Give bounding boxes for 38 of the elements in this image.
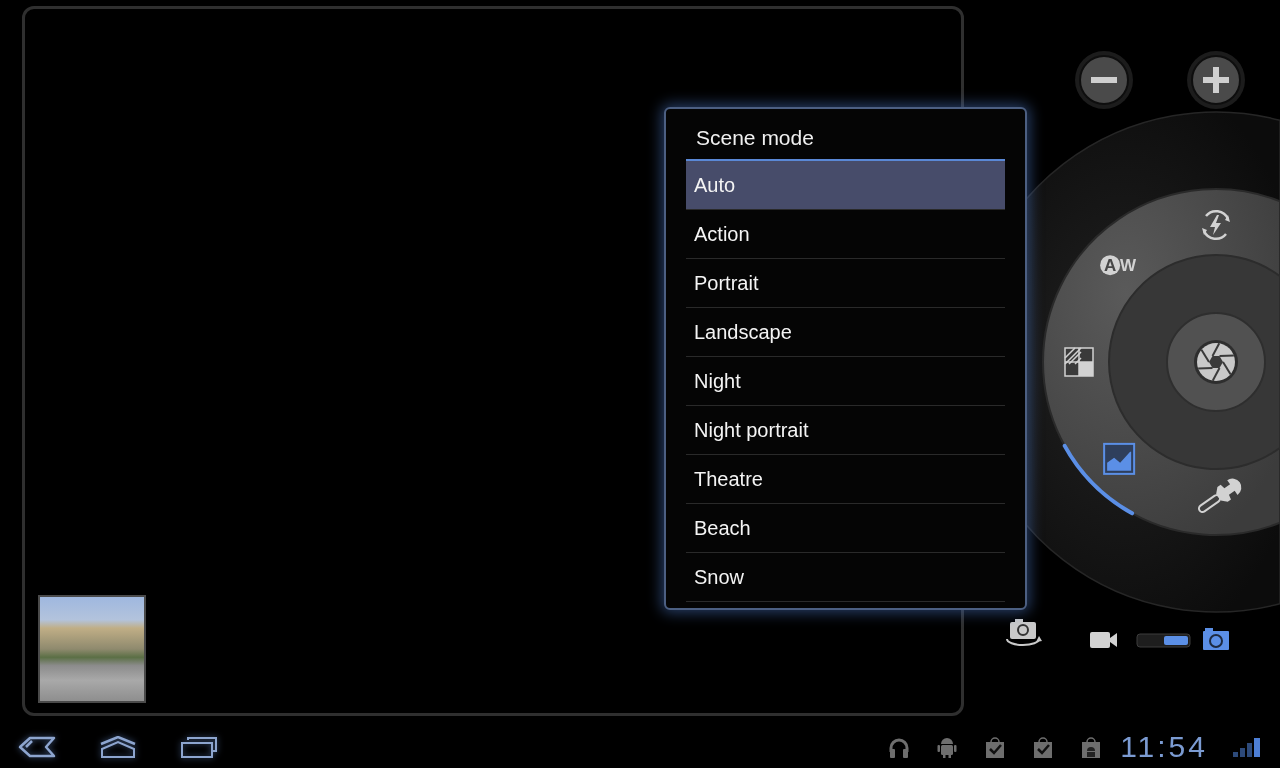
android-robot-icon[interactable] bbox=[936, 736, 959, 758]
scene-option[interactable]: Action bbox=[686, 210, 1005, 259]
plus-icon bbox=[1203, 67, 1229, 93]
shutter-button[interactable] bbox=[1166, 312, 1266, 412]
flash-icon[interactable] bbox=[1202, 209, 1230, 241]
scene-option[interactable]: Auto bbox=[686, 161, 1005, 210]
back-button[interactable] bbox=[16, 734, 58, 760]
scene-option[interactable]: Portrait bbox=[686, 259, 1005, 308]
photo-placeholder[interactable] bbox=[38, 595, 146, 703]
bag-check-icon[interactable] bbox=[984, 736, 1007, 758]
clock-time: 11:54 bbox=[1120, 730, 1208, 764]
headphones-icon[interactable] bbox=[888, 736, 911, 758]
camera-icon[interactable] bbox=[1203, 628, 1229, 650]
recent-apps-button[interactable] bbox=[178, 734, 220, 760]
zoom-in-button[interactable] bbox=[1187, 51, 1245, 109]
minus-icon bbox=[1091, 77, 1117, 83]
bag-check-icon[interactable] bbox=[1032, 736, 1055, 758]
checker-grid-icon[interactable] bbox=[1064, 347, 1094, 377]
recent-apps-icon bbox=[180, 736, 218, 758]
mode-toggle[interactable] bbox=[1136, 633, 1191, 648]
scene-option[interactable]: Theatre bbox=[686, 455, 1005, 504]
landscape-icon[interactable] bbox=[1103, 442, 1136, 475]
scene-option[interactable]: Landscape bbox=[686, 308, 1005, 357]
video-camera-icon[interactable] bbox=[1090, 632, 1117, 648]
scene-option[interactable]: Snow bbox=[686, 553, 1005, 602]
switch-camera-icon[interactable] bbox=[1006, 619, 1042, 646]
home-icon bbox=[98, 736, 138, 758]
signal-icon bbox=[1232, 736, 1262, 758]
toggle-thumb[interactable] bbox=[1164, 636, 1188, 645]
aperture-icon bbox=[1194, 340, 1238, 384]
bag-android-icon[interactable] bbox=[1080, 736, 1103, 758]
wrench-icon[interactable] bbox=[1196, 478, 1242, 515]
zoom-out-button[interactable] bbox=[1075, 51, 1133, 109]
back-icon bbox=[18, 736, 56, 758]
scene-option[interactable]: Night portrait bbox=[686, 406, 1005, 455]
scene-option[interactable]: Beach bbox=[686, 504, 1005, 553]
scene-option[interactable]: Night bbox=[686, 357, 1005, 406]
menu-title: Scene mode bbox=[695, 125, 815, 151]
